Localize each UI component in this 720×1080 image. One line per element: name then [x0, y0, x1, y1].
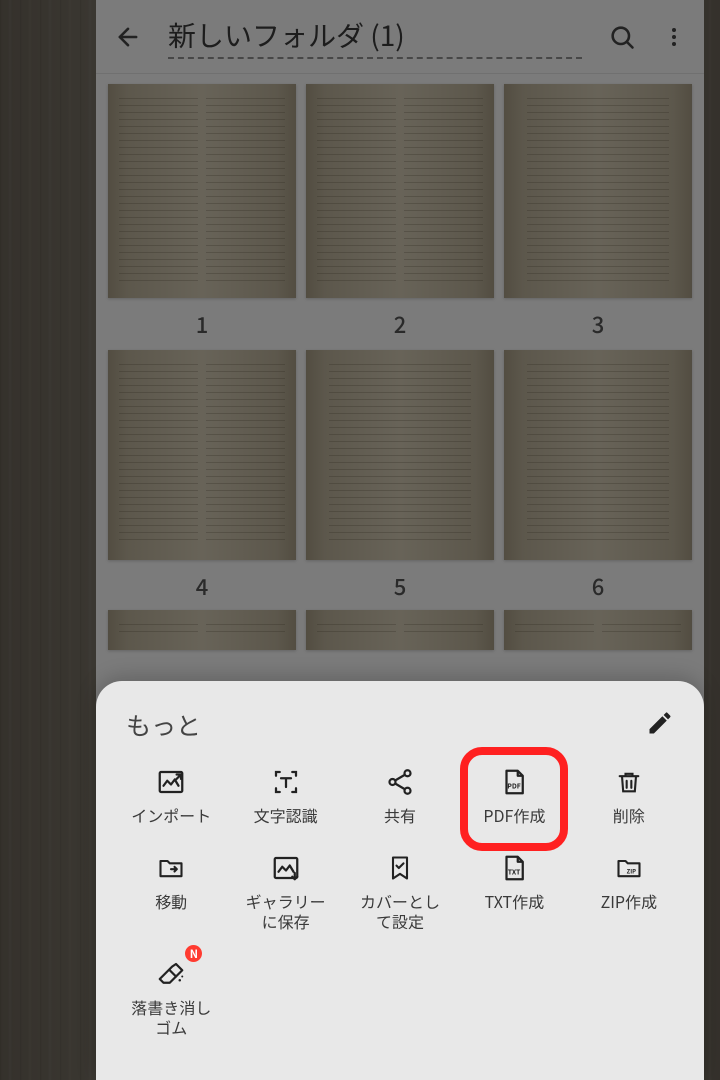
sheet-item-label: TXT作成 — [485, 891, 545, 911]
thumbnail-item[interactable]: 2 — [306, 84, 494, 340]
sheet-item-label: カバーとし て設定 — [360, 891, 440, 931]
page-thumbnail — [108, 84, 296, 298]
thumbnail-label: 5 — [394, 570, 407, 602]
ocr-icon — [268, 765, 304, 799]
thumbnail-item[interactable]: 4 — [108, 350, 296, 602]
txt-file-icon: TXT — [496, 851, 532, 885]
thumbnail-item[interactable]: 1 — [108, 84, 296, 340]
txt-create-button[interactable]: TXT TXT作成 — [457, 845, 571, 937]
save-gallery-button[interactable]: ギャラリー に保存 — [228, 845, 342, 937]
thumbnail-item[interactable] — [306, 610, 494, 650]
thumbnail-label: 6 — [592, 570, 605, 602]
svg-text:PDF: PDF — [508, 780, 522, 790]
search-icon[interactable] — [608, 23, 636, 51]
more-vertical-icon[interactable] — [662, 23, 686, 51]
eraser-icon — [153, 957, 189, 991]
svg-text:TXT: TXT — [508, 866, 521, 876]
import-button[interactable]: インポート — [114, 759, 228, 831]
new-badge: N — [185, 945, 202, 962]
page-thumbnail — [306, 610, 494, 650]
thumbnail-grid: 1 2 3 4 5 6 — [96, 74, 704, 660]
sheet-grid: インポート 文字認識 共有 PDF PDF作成 削除 — [96, 751, 704, 1051]
sheet-item-label: 共有 — [384, 805, 416, 825]
zip-create-button[interactable]: ZIP ZIP作成 — [572, 845, 686, 937]
sheet-item-label: ZIP作成 — [601, 891, 657, 911]
sheet-item-label: 文字認識 — [254, 805, 318, 825]
sheet-item-label: 移動 — [155, 891, 187, 911]
thumbnail-label: 1 — [196, 308, 209, 340]
move-button[interactable]: 移動 — [114, 845, 228, 937]
svg-text:ZIP: ZIP — [626, 866, 635, 875]
highlight-annotation — [460, 747, 568, 851]
sheet-title: もっと — [126, 707, 201, 743]
page-thumbnail — [108, 610, 296, 650]
pdf-create-button[interactable]: PDF PDF作成 — [457, 759, 571, 831]
back-arrow-icon[interactable] — [114, 23, 142, 51]
page-thumbnail — [306, 84, 494, 298]
share-icon — [382, 765, 418, 799]
zip-folder-icon: ZIP — [611, 851, 647, 885]
thumbnail-label: 2 — [394, 308, 407, 340]
delete-button[interactable]: 削除 — [572, 759, 686, 831]
sheet-item-label: インポート — [131, 805, 211, 825]
sheet-item-label: ギャラリー に保存 — [246, 891, 326, 931]
share-button[interactable]: 共有 — [343, 759, 457, 831]
thumbnail-item[interactable]: 3 — [504, 84, 692, 340]
bottom-sheet: もっと インポート 文字認識 共有 PDF — [96, 681, 704, 1080]
page-thumbnail — [306, 350, 494, 560]
sheet-header: もっと — [96, 681, 704, 751]
page-thumbnail — [504, 84, 692, 298]
bookmark-check-icon — [382, 851, 418, 885]
edit-pencil-icon[interactable] — [646, 709, 674, 742]
ocr-button[interactable]: 文字認識 — [228, 759, 342, 831]
image-download-icon — [268, 851, 304, 885]
pdf-file-icon: PDF — [496, 765, 532, 799]
import-icon — [153, 765, 189, 799]
set-cover-button[interactable]: カバーとし て設定 — [343, 845, 457, 937]
thumbnail-item[interactable] — [108, 610, 296, 650]
page-thumbnail — [504, 610, 692, 650]
page-thumbnail — [108, 350, 296, 560]
app-header: 新しいフォルダ (1) — [96, 0, 704, 74]
thumbnail-label: 4 — [196, 570, 209, 602]
trash-icon — [611, 765, 647, 799]
thumbnail-item[interactable]: 5 — [306, 350, 494, 602]
page-thumbnail — [504, 350, 692, 560]
sheet-item-label: 削除 — [613, 805, 645, 825]
page-title[interactable]: 新しいフォルダ (1) — [168, 15, 582, 59]
thumbnail-item[interactable] — [504, 610, 692, 650]
eraser-button[interactable]: N 落書き消し ゴム — [114, 951, 228, 1043]
folder-move-icon — [153, 851, 189, 885]
sheet-item-label: 落書き消し ゴム — [131, 997, 211, 1037]
sheet-item-label: PDF作成 — [483, 805, 545, 825]
thumbnail-label: 3 — [592, 308, 605, 340]
thumbnail-item[interactable]: 6 — [504, 350, 692, 602]
